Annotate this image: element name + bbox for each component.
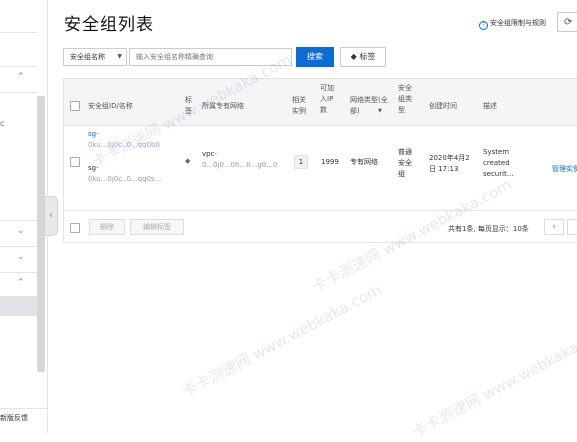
watermark: 卡卡测速网 www.webkaka.com: [179, 280, 385, 402]
select-all-checkbox[interactable]: [70, 101, 80, 111]
search-input[interactable]: [129, 48, 292, 66]
next-page-button[interactable]: [567, 219, 577, 235]
header-id-name[interactable]: 安全组ID/名称: [88, 101, 133, 112]
caret-down-icon: ▼: [378, 108, 382, 114]
header-desc: 描述: [483, 102, 497, 110]
vpc-masked: 0...0j0...0h...0...g0...0: [202, 161, 278, 169]
vpc-prefix: vpc-: [202, 150, 217, 158]
sidebar-collapse-handle[interactable]: ‹: [44, 196, 58, 236]
header-created: 创建时间: [429, 102, 457, 110]
sidebar-divider: [0, 66, 37, 67]
tag-filter-button[interactable]: ◆ 标签: [340, 47, 386, 67]
search-field-select[interactable]: 安全组名称 ▼: [63, 48, 127, 66]
sidebar-divider: [0, 272, 37, 273]
chevron-left-icon: ‹: [49, 210, 53, 221]
header-instances: 相关实例: [292, 96, 306, 115]
chevron-left-icon: ‹: [552, 222, 556, 232]
edit-tags-button[interactable]: 编辑标签: [130, 219, 184, 235]
chevron-down-icon[interactable]: ⌄: [17, 226, 25, 236]
search-button[interactable]: 搜索: [296, 47, 334, 67]
sg-id-prefix: sg-: [88, 130, 99, 138]
security-group-table: 安全组ID/名称 标签 所属专有网络 相关实例 可加入IP数 网络类型(全部) …: [63, 78, 577, 243]
pagination-info: 共有1条, 每页显示：10条: [448, 225, 529, 233]
header-vpc: 所属专有网络: [202, 102, 244, 110]
description: System created securit...: [483, 148, 514, 178]
tag-icon: ◆: [350, 52, 357, 61]
chevron-up-icon[interactable]: ⌃: [17, 278, 25, 288]
header-sg-type: 安全组类型: [398, 84, 412, 114]
network-type: 专有网络: [350, 158, 378, 166]
created-time: 2020年4月2日 17:13: [429, 154, 470, 173]
sg-type: 普通安全组: [398, 148, 412, 178]
sidebar-divider: [0, 220, 37, 221]
refresh-icon: ⟳: [564, 17, 573, 28]
security-group-id-link[interactable]: sg- 0ku...0j0c..0...qq0b0: [88, 129, 160, 151]
quota-rules-link[interactable]: ? 安全组限制与规则: [479, 18, 546, 30]
vpc-id[interactable]: vpc- 0...0j0...0h...0...g0...0: [202, 149, 277, 171]
tag-icon[interactable]: ◆: [185, 157, 190, 165]
sg-id-masked: 0ku...0j0c..0...qq0b0: [88, 141, 160, 149]
page-title: 安全组列表: [64, 15, 154, 35]
instance-count-badge[interactable]: 1: [294, 155, 308, 169]
table-header: 安全组ID/名称 标签 所属专有网络 相关实例 可加入IP数 网络类型(全部) …: [64, 79, 577, 126]
footer-select-all-checkbox[interactable]: [70, 223, 80, 233]
prev-page-button[interactable]: ‹: [544, 219, 564, 235]
table-footer: 删除 编辑标签 共有1条, 每页显示：10条 ‹: [64, 210, 577, 244]
search-field-select-value: 安全组名称: [70, 53, 105, 61]
chevron-down-icon[interactable]: ⌄: [17, 252, 25, 262]
tag-filter-label: 标签: [359, 52, 376, 61]
sg-name-prefix: sg-: [88, 164, 99, 172]
header-ip-quota: 可加入IP数: [320, 84, 334, 114]
chevron-up-icon[interactable]: ⌃: [17, 72, 25, 82]
row-checkbox[interactable]: [70, 157, 80, 167]
caret-down-icon: ▼: [117, 53, 122, 60]
help-icon: ?: [479, 21, 488, 30]
quota-rules-label: 安全组限制与规则: [490, 19, 546, 27]
sidebar-divider: [0, 246, 37, 247]
feedback-link[interactable]: 新版反馈: [0, 408, 47, 423]
header-tag: 标签: [185, 96, 192, 115]
manage-instances-link[interactable]: 管理实例: [552, 164, 577, 175]
sg-name-masked: 0ku...0j0c..0...qq0s...: [88, 175, 162, 183]
refresh-button[interactable]: ⟳: [557, 12, 577, 32]
sidebar-divider: [0, 92, 37, 93]
feedback-label: 新版反馈: [0, 414, 28, 422]
security-group-name: sg- 0ku...0j0c..0...qq0s...: [88, 163, 161, 185]
delete-button[interactable]: 删除: [89, 219, 125, 235]
header-network-type-filter[interactable]: 网络类型(全部): [350, 95, 390, 117]
left-sidebar: ⌃ c ⌄ ⌄ ⌃ 新版反馈: [0, 0, 48, 433]
sidebar-item-active[interactable]: [0, 296, 37, 316]
sidebar-divider: [0, 32, 37, 33]
ip-quota: 1999: [321, 158, 339, 166]
watermark: 卡卡测速网 www.webkaka.com: [409, 320, 577, 442]
sidebar-item-fragment[interactable]: c: [0, 119, 4, 128]
